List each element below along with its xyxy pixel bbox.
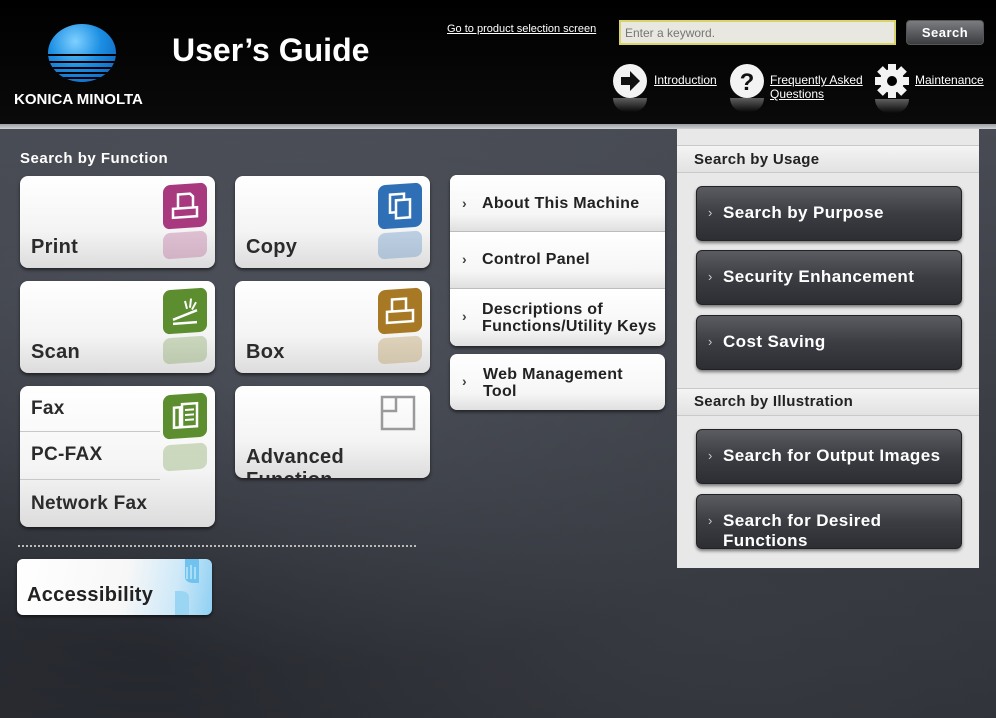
scan-icon bbox=[163, 287, 207, 335]
chevron-right-icon: › bbox=[708, 448, 713, 463]
fax-icon-reflection bbox=[163, 442, 207, 472]
about-this-machine-label: About This Machine bbox=[482, 195, 640, 212]
print-tile[interactable]: Print bbox=[20, 176, 215, 268]
chevron-right-icon: › bbox=[708, 334, 713, 349]
header: KONICA MINOLTA User’s Guide Go to produc… bbox=[0, 0, 996, 124]
about-this-machine-item[interactable]: › About This Machine bbox=[450, 175, 665, 232]
arrow-right-reflection-icon bbox=[613, 98, 647, 112]
scan-label: Scan bbox=[31, 341, 81, 363]
maintenance-link[interactable]: Maintenance bbox=[915, 73, 984, 87]
chevron-right-icon: › bbox=[708, 513, 713, 528]
function-utility-keys-label: Descriptions of Functions/Utility Keys bbox=[482, 301, 657, 335]
search-by-purpose-button[interactable]: › Search by Purpose bbox=[696, 186, 962, 241]
security-enhancement-label: Security Enhancement bbox=[723, 267, 915, 286]
hands-icon bbox=[167, 559, 207, 615]
accessibility-button[interactable]: Accessibility bbox=[17, 559, 212, 615]
copy-icon-reflection bbox=[378, 230, 422, 260]
fax-link[interactable]: Fax bbox=[31, 398, 65, 420]
fax-divider bbox=[20, 431, 160, 432]
copy-tile[interactable]: Copy bbox=[235, 176, 430, 268]
search-by-usage-title: Search by Usage bbox=[694, 151, 820, 168]
info-menu: › About This Machine › Control Panel › D… bbox=[450, 175, 665, 346]
network-fax-link[interactable]: Network Fax bbox=[31, 493, 147, 515]
copy-label: Copy bbox=[246, 236, 298, 258]
copy-icon bbox=[378, 182, 422, 230]
chevron-right-icon: › bbox=[462, 251, 467, 267]
box-icon-reflection bbox=[378, 335, 422, 365]
search-by-usage-header: Search by Usage bbox=[677, 145, 979, 173]
question-reflection-icon bbox=[730, 98, 764, 112]
page-title: User’s Guide bbox=[172, 32, 370, 68]
scan-tile[interactable]: Scan bbox=[20, 281, 215, 373]
control-panel-label: Control Panel bbox=[482, 251, 590, 268]
search-by-illustration-title: Search by Illustration bbox=[694, 393, 854, 410]
print-icon bbox=[163, 182, 207, 230]
search-by-illustration-header: Search by Illustration bbox=[677, 388, 979, 416]
scan-icon-reflection bbox=[163, 335, 207, 365]
advanced-function-icon bbox=[380, 395, 416, 431]
chevron-right-icon: › bbox=[462, 308, 467, 324]
chevron-right-icon: › bbox=[708, 205, 713, 220]
pc-fax-divider bbox=[20, 479, 160, 480]
search-desired-functions-label: Search for Desired Functions bbox=[723, 511, 882, 550]
advanced-function-label: Advanced Function bbox=[246, 446, 344, 478]
box-icon bbox=[378, 287, 422, 335]
search-output-images-label: Search for Output Images bbox=[723, 446, 941, 465]
function-utility-keys-item[interactable]: › Descriptions of Functions/Utility Keys bbox=[450, 289, 665, 346]
arrow-right-icon[interactable] bbox=[613, 64, 647, 98]
keyword-search-input[interactable] bbox=[619, 20, 896, 45]
search-by-function-title: Search by Function bbox=[20, 150, 169, 167]
print-icon-reflection bbox=[163, 230, 207, 260]
brand-name: KONICA MINOLTA bbox=[14, 91, 143, 108]
search-panel: Search by Usage › Search by Purpose › Se… bbox=[677, 129, 979, 568]
search-by-purpose-label: Search by Purpose bbox=[723, 203, 884, 222]
search-desired-functions-button[interactable]: › Search for Desired Functions bbox=[696, 494, 962, 550]
web-management-tool-item[interactable]: › Web Management Tool bbox=[450, 354, 665, 410]
print-label: Print bbox=[31, 236, 79, 258]
box-tile[interactable]: Box bbox=[235, 281, 430, 373]
web-management-tool-label: Web Management Tool bbox=[483, 366, 623, 400]
cost-saving-button[interactable]: › Cost Saving bbox=[696, 315, 962, 370]
introduction-link[interactable]: Introduction bbox=[654, 73, 717, 87]
search-output-images-button[interactable]: › Search for Output Images bbox=[696, 429, 962, 484]
chevron-right-icon: › bbox=[462, 195, 467, 211]
cost-saving-label: Cost Saving bbox=[723, 332, 826, 351]
chevron-right-icon: › bbox=[462, 373, 467, 389]
accessibility-label: Accessibility bbox=[27, 584, 154, 606]
pc-fax-link[interactable]: PC-FAX bbox=[31, 444, 102, 466]
box-label: Box bbox=[246, 341, 285, 363]
fax-tile-group: Fax PC-FAX Network Fax bbox=[20, 386, 215, 527]
advanced-function-tile[interactable]: Advanced Function bbox=[235, 386, 430, 478]
faq-link[interactable]: Frequently Asked Questions bbox=[770, 73, 863, 101]
gear-reflection-icon bbox=[875, 99, 909, 113]
section-divider bbox=[18, 545, 416, 547]
security-enhancement-button[interactable]: › Security Enhancement bbox=[696, 250, 962, 305]
svg-text:?: ? bbox=[740, 69, 755, 96]
konica-minolta-logo-icon bbox=[48, 24, 116, 82]
gear-icon[interactable] bbox=[874, 63, 910, 99]
question-icon[interactable]: ? bbox=[730, 64, 764, 98]
fax-icon bbox=[163, 392, 207, 440]
search-button[interactable]: Search bbox=[906, 20, 984, 45]
control-panel-item[interactable]: › Control Panel bbox=[450, 232, 665, 289]
product-selection-link[interactable]: Go to product selection screen bbox=[447, 23, 596, 35]
chevron-right-icon: › bbox=[708, 269, 713, 284]
